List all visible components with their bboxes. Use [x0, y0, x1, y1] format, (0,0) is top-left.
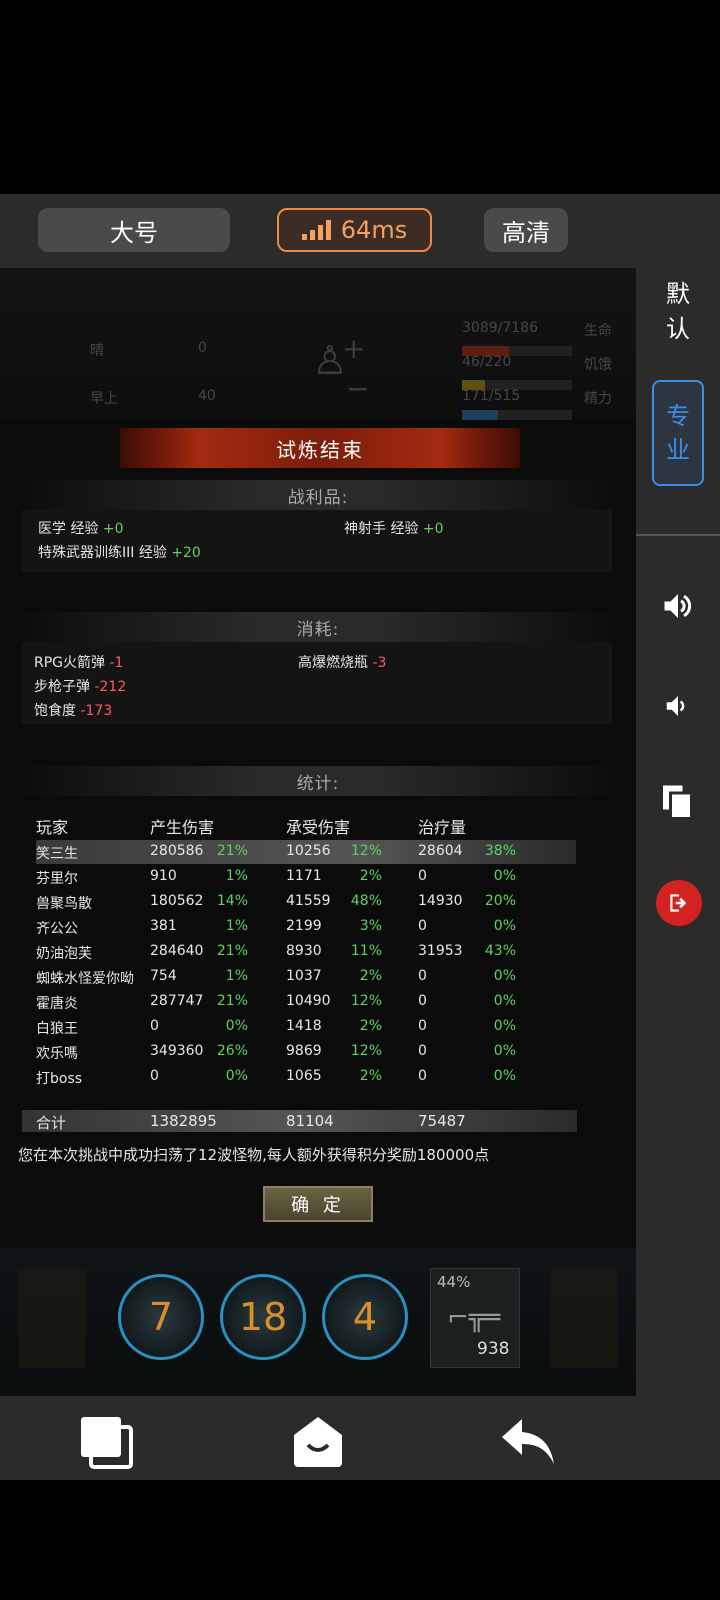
quality-button[interactable]: 高清	[484, 208, 568, 252]
hunger-text: 46/220	[462, 354, 512, 370]
size-label: 大号	[110, 218, 158, 247]
table-row: 霍唐炎 287747 21% 10490 12% 0 0%	[36, 993, 516, 1012]
table-row: 蜘蛛水怪爱你呦 754 1% 1037 2% 0 0%	[36, 968, 516, 987]
weapon-pct: 44%	[437, 1273, 471, 1291]
stats-table: 玩家 产生伤害 承受伤害 治疗量 笑三生 280586 21% 10256 12% 2…	[36, 814, 596, 1134]
skill-slot-2[interactable]: 18	[220, 1274, 306, 1360]
weather-text: 晴	[90, 343, 104, 359]
left-arrow-icon[interactable]	[18, 1268, 86, 1368]
right-arrow-icon[interactable]	[550, 1268, 618, 1368]
loot-header: 战利品:	[12, 480, 624, 510]
rifle-icon: ⌐╦═	[447, 1303, 501, 1333]
side-panel: 默 认 专 业	[636, 268, 720, 1396]
exit-icon[interactable]	[656, 880, 702, 926]
consume-panel: RPG火箭弹 -1 高爆燃烧瓶 -3 步枪子弹 -212 饱食度 -173	[22, 642, 612, 724]
column-header: 玩家	[36, 818, 69, 837]
table-row: 奶油泡芙 284640 21% 8930 11% 31953 43%	[36, 943, 516, 962]
table-row: 笑三生 280586 21% 10256 12% 28604 38%	[36, 840, 576, 864]
confirm-button[interactable]: 确 定	[263, 1186, 373, 1222]
game-view: 晴 0 早上 40 ♙ + − 3089/7186 生命 46/220 饥饿 1…	[0, 268, 636, 1396]
column-header: 治疗量	[418, 818, 467, 837]
loot-item: 神射手 经验 +0	[344, 521, 444, 537]
size-button[interactable]: 大号	[38, 208, 230, 252]
pro-button[interactable]: 专 业	[652, 380, 704, 486]
table-row: 打boss 0 0% 1065 2% 0 0%	[36, 1068, 516, 1087]
recent-apps-icon[interactable]	[78, 1414, 134, 1470]
table-row: 兽聚鸟散 180562 14% 41559 48% 14930 20%	[36, 893, 516, 912]
energy-text: 171/515	[462, 388, 521, 404]
volume-down-icon[interactable]	[658, 686, 698, 726]
plus-icon[interactable]: +	[342, 332, 365, 365]
consume-item: RPG火箭弹 -1	[34, 655, 124, 671]
energy-label: 精力	[584, 391, 612, 407]
total-row: 合计 1382895 81104 75487	[22, 1110, 577, 1132]
quality-label: 高清	[502, 218, 550, 247]
navigation-bar	[0, 1396, 720, 1480]
column-header: 承受伤害	[286, 818, 351, 837]
minus-icon[interactable]: −	[346, 372, 369, 405]
health-text: 3089/7186	[462, 320, 538, 336]
default-button[interactable]: 默 认	[636, 274, 720, 344]
back-icon[interactable]	[500, 1414, 556, 1470]
loot-item: 特殊武器训练III 经验 +20	[38, 545, 201, 561]
temperature-text: 40	[198, 388, 216, 404]
skill-slot-1[interactable]: 7	[118, 1274, 204, 1360]
dialog-title: 试炼结束	[120, 428, 520, 468]
table-row: 芬里尔 910 1% 1171 2% 0 0%	[36, 868, 516, 887]
time-text: 早上	[90, 391, 118, 407]
copy-icon[interactable]	[658, 782, 698, 822]
consume-header: 消耗:	[12, 612, 624, 642]
radiation-text: 0	[198, 340, 207, 356]
health-label: 生命	[584, 323, 612, 339]
signal-icon	[301, 220, 331, 240]
consume-item: 饱食度 -173	[34, 703, 113, 719]
divider	[636, 534, 720, 536]
table-row: 欢乐嗎 349360 26% 9869 12% 0 0%	[36, 1043, 516, 1062]
home-icon[interactable]	[290, 1414, 346, 1470]
table-row: 齐公公 381 1% 2199 3% 0 0%	[36, 918, 516, 937]
skill-slot-3[interactable]: 4	[322, 1274, 408, 1360]
volume-up-icon[interactable]	[658, 586, 698, 626]
energy-bar	[462, 410, 572, 420]
column-header: 产生伤害	[150, 818, 215, 837]
loot-item: 医学 经验 +0	[38, 521, 124, 537]
skill-bar: 7 18 4 44% ⌐╦═ 938	[0, 1248, 636, 1396]
weapon-ammo: 938	[477, 1339, 510, 1359]
loot-panel: 医学 经验 +0 神射手 经验 +0 特殊武器训练III 经验 +20	[22, 510, 612, 572]
stats-header: 统计:	[12, 766, 624, 796]
hunger-label: 饥饿	[584, 357, 612, 373]
table-row: 白狼王 0 0% 1418 2% 0 0%	[36, 1018, 516, 1037]
consume-item: 高爆燃烧瓶 -3	[298, 655, 387, 671]
ping-label: 64ms	[340, 216, 408, 244]
consume-item: 步枪子弹 -212	[34, 679, 127, 695]
reward-text: 您在本次挑战中成功扫荡了12波怪物,每人额外获得积分奖励180000点	[18, 1146, 490, 1164]
weapon-slot[interactable]: 44% ⌐╦═ 938	[430, 1268, 520, 1368]
top-toolbar: 大号 64ms 高清	[0, 194, 720, 268]
ping-indicator[interactable]: 64ms	[277, 208, 432, 252]
status-hud: 晴 0 早上 40 ♙ + − 3089/7186 生命 46/220 饥饿 1…	[0, 268, 636, 420]
